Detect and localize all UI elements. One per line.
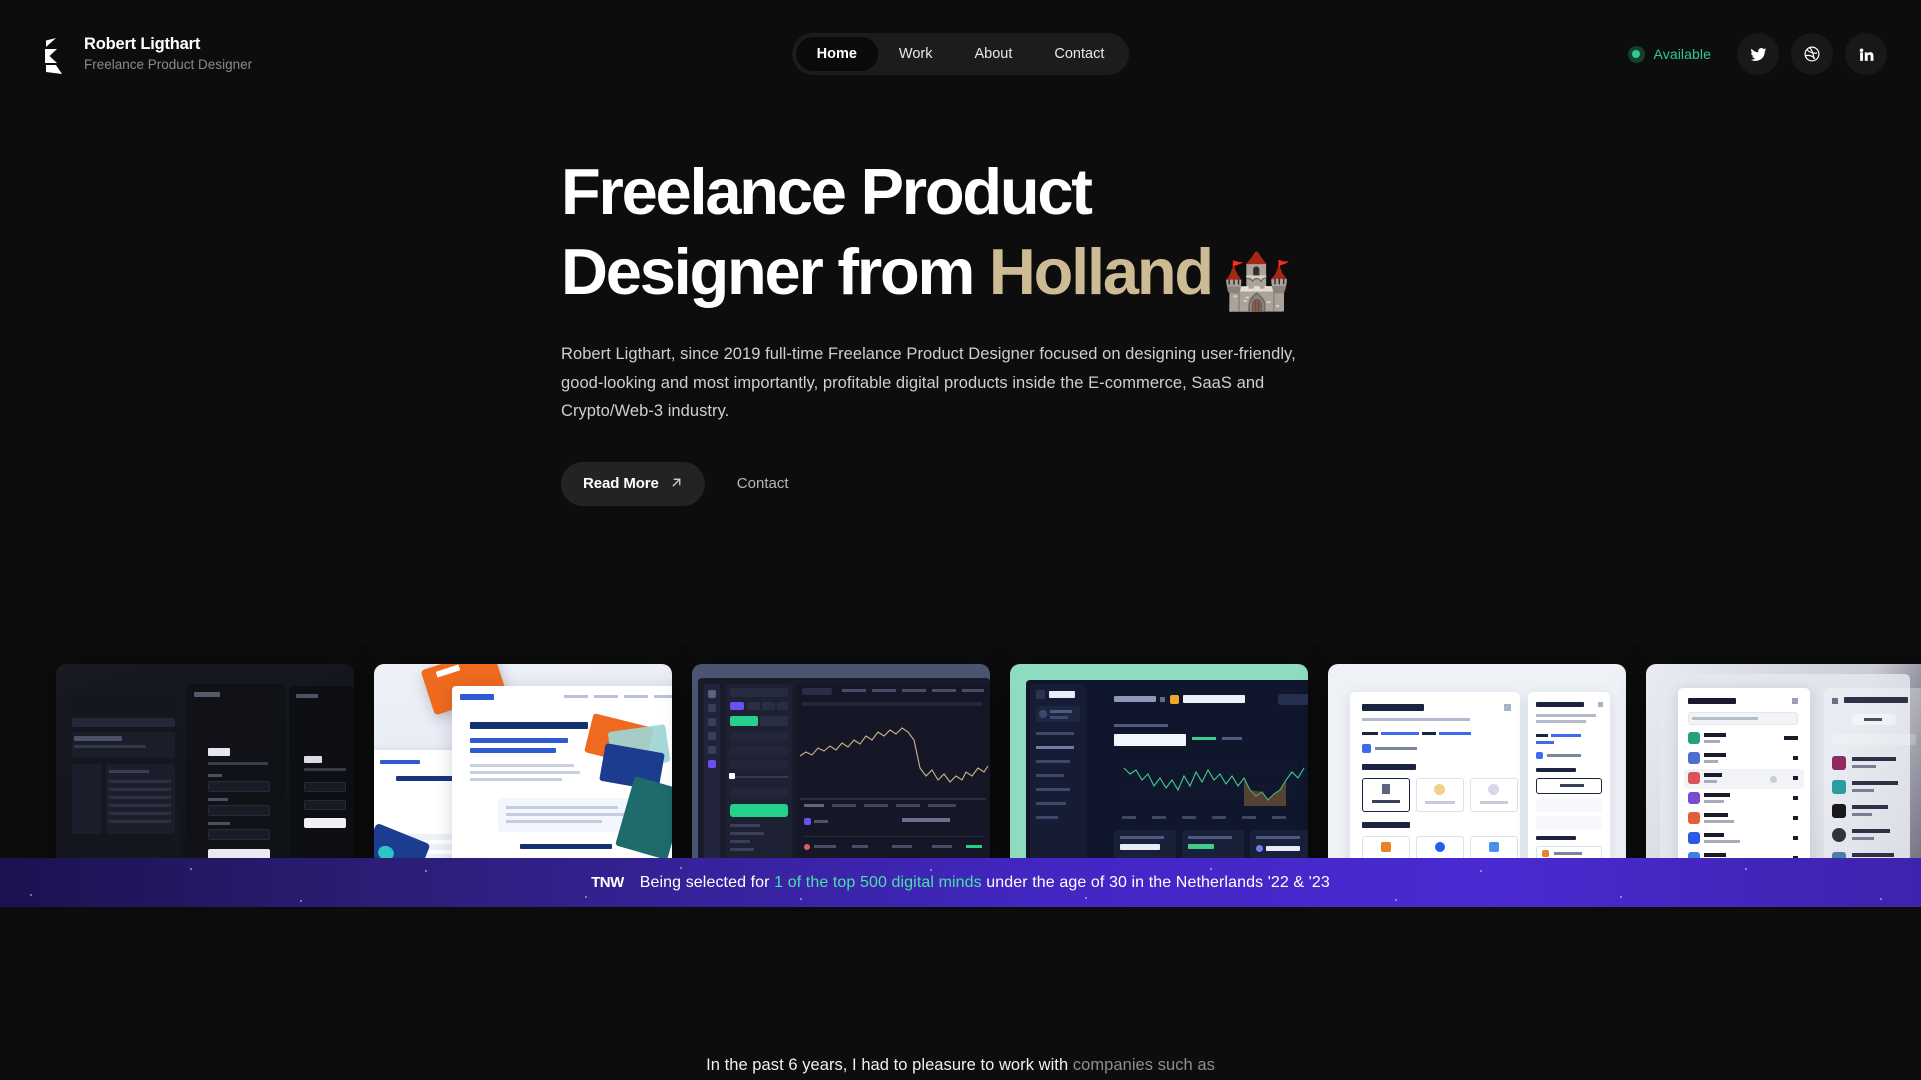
hero-actions: Read More Contact — [561, 461, 1361, 506]
nav-item-contact[interactable]: Contact — [1033, 37, 1125, 71]
header-right: Available — [1622, 33, 1887, 75]
read-more-label: Read More — [583, 475, 659, 492]
dribbble-link[interactable] — [1791, 33, 1833, 75]
windmill-icon: 🏰 — [1221, 249, 1292, 312]
tnw-text-highlight[interactable]: 1 of the top 500 digital minds — [774, 874, 982, 891]
project-thumbnail — [1010, 664, 1308, 877]
project-thumbnail — [1328, 664, 1626, 877]
project-card-connect-wallet[interactable] — [1328, 664, 1626, 877]
twitter-link[interactable] — [1737, 33, 1779, 75]
hero-title-line1: Freelance Product — [561, 155, 1093, 228]
brand-role: Freelance Product Designer — [84, 56, 253, 72]
project-card-select-token[interactable] — [1646, 664, 1921, 877]
brand[interactable]: Robert Ligthart Freelance Product Design… — [40, 33, 252, 76]
project-thumbnail — [374, 664, 672, 877]
page-root: Robert Ligthart Freelance Product Design… — [0, 0, 1921, 1080]
twitter-icon — [1749, 46, 1767, 63]
arrow-up-right-icon — [670, 476, 683, 492]
availability-dot-icon — [1627, 45, 1645, 63]
availability-label: Available — [1653, 46, 1711, 62]
nav-item-home[interactable]: Home — [795, 37, 878, 71]
project-thumbnail — [692, 664, 990, 877]
tnw-text-pre: Being selected for — [639, 873, 775, 891]
tnw-banner-text: Being selected for 1 of the top 500 digi… — [640, 874, 1330, 892]
availability-badge: Available — [1622, 33, 1725, 75]
read-more-button[interactable]: Read More — [561, 461, 705, 506]
tnw-text-post: under the age of 30 in the Netherlands '… — [981, 873, 1330, 891]
project-card-zakelijke-rekening[interactable] — [374, 664, 672, 877]
linkedin-link[interactable] — [1845, 33, 1887, 75]
tnw-logo: TNW — [591, 874, 624, 891]
clients-line-muted: companies such as — [1072, 1056, 1215, 1074]
clients-line-strong: In the past 6 years, I had to pleasure t… — [706, 1056, 1073, 1074]
chevron-logo-icon — [40, 36, 68, 76]
linkedin-icon — [1858, 46, 1875, 63]
project-card-trading-terminal[interactable] — [692, 664, 990, 877]
project-thumbnail — [56, 664, 354, 877]
contact-button: Contact — [729, 462, 797, 506]
site-header: Robert Ligthart Freelance Product Design… — [0, 0, 1921, 100]
clients-intro-line: In the past 6 years, I had to pleasure t… — [0, 1056, 1921, 1075]
main-nav: Home Work About Contact — [791, 33, 1130, 75]
project-carousel — [0, 664, 1921, 879]
project-card-numerai-auth[interactable] — [56, 664, 354, 877]
nav-item-about[interactable]: About — [953, 37, 1033, 71]
hero-title-accent: Holland — [988, 235, 1214, 308]
project-card-fndz-vault[interactable] — [1010, 664, 1308, 877]
hero-title-line2-pre: Designer from — [561, 235, 989, 308]
dribbble-icon — [1803, 45, 1821, 63]
brand-name: Robert Ligthart — [84, 35, 201, 53]
nav-item-work[interactable]: Work — [878, 37, 954, 71]
page-title: Freelance Product Designer from Holland 🏰 — [561, 152, 1361, 312]
hero-paragraph: Robert Ligthart, since 2019 full-time Fr… — [561, 345, 1296, 420]
project-thumbnail — [1646, 664, 1921, 877]
tnw-award-banner: TNW Being selected for 1 of the top 500 … — [0, 858, 1921, 907]
